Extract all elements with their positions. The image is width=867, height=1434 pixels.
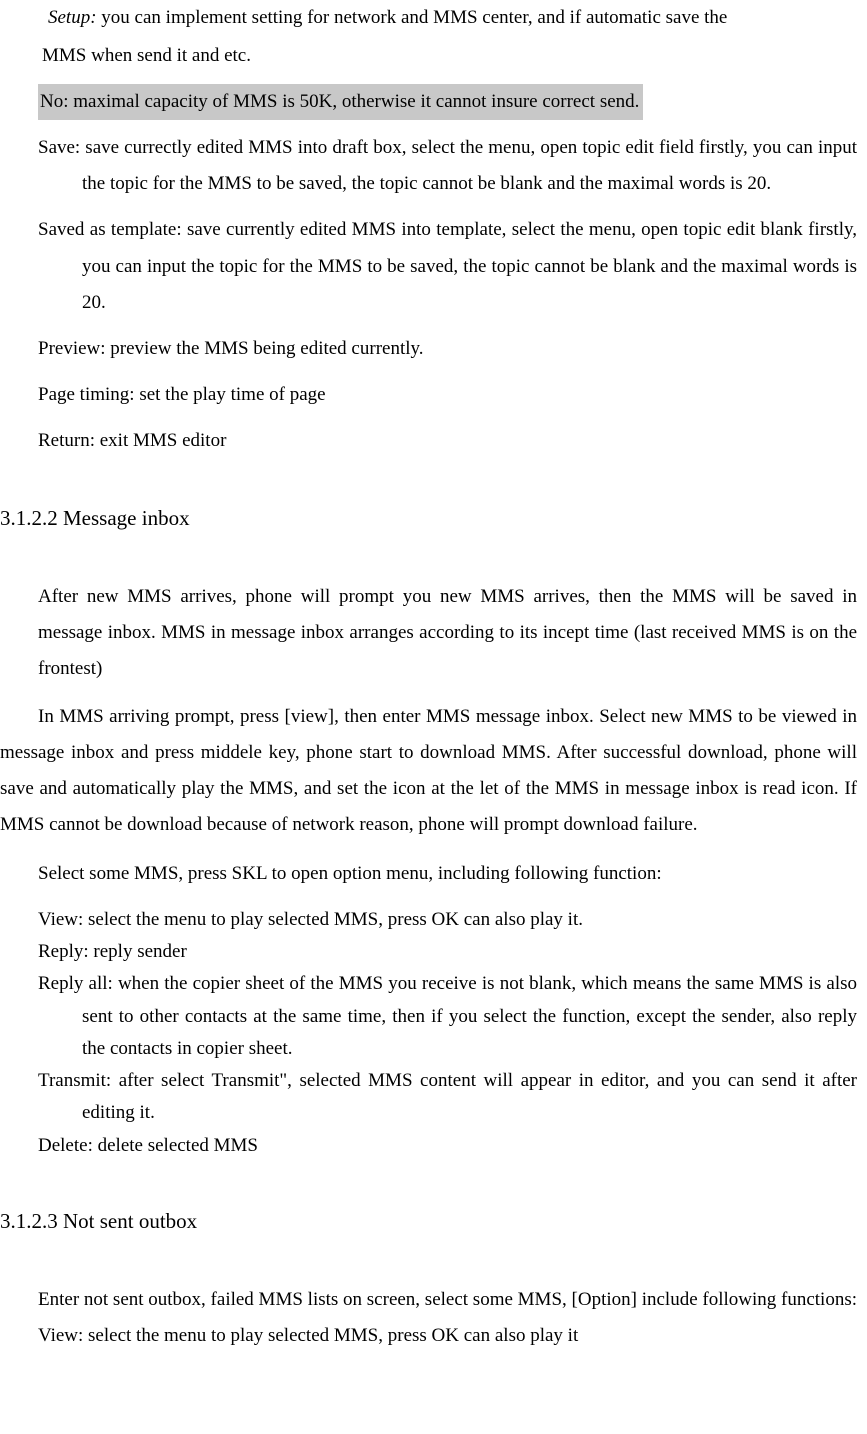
- setup-text-1: you can implement setting for network an…: [97, 7, 728, 28]
- save-item: Save: save currectly edited MMS into dra…: [0, 130, 867, 202]
- page-timing-item: Page timing: set the play time of page: [0, 377, 867, 413]
- outbox-view-item: View: select the menu to play selected M…: [0, 1320, 867, 1352]
- reply-item: Reply: reply sender: [0, 936, 867, 968]
- return-item: Return: exit MMS editor: [0, 423, 867, 459]
- preview-item: Preview: preview the MMS being edited cu…: [0, 331, 867, 367]
- setup-label: Setup:: [48, 7, 97, 28]
- inbox-paragraph-2: In MMS arriving prompt, press [view], th…: [0, 699, 867, 843]
- view-item: View: select the menu to play selected M…: [0, 904, 867, 936]
- inbox-paragraph-1: After new MMS arrives, phone will prompt…: [0, 579, 867, 687]
- document-content: Setup: you can implement setting for net…: [0, 0, 867, 1352]
- heading-message-inbox: 3.1.2.2 Message inbox: [0, 499, 867, 539]
- outbox-paragraph-1: Enter not sent outbox, failed MMS lists …: [0, 1282, 867, 1318]
- delete-item: Delete: delete selected MMS: [0, 1130, 867, 1162]
- inbox-paragraph-3: Select some MMS, press SKL to open optio…: [0, 856, 867, 892]
- transmit-item: Transmit: after select Transmit", select…: [0, 1065, 867, 1130]
- highlight-container: No: maximal capacity of MMS is 50K, othe…: [0, 82, 867, 130]
- saved-template-item: Saved as template: save currently edited…: [0, 212, 867, 320]
- outbox-section: Enter not sent outbox, failed MMS lists …: [0, 1282, 867, 1352]
- highlighted-note: No: maximal capacity of MMS is 50K, othe…: [38, 84, 643, 120]
- setup-paragraph-line1: Setup: you can implement setting for net…: [0, 0, 867, 36]
- reply-all-item: Reply all: when the copier sheet of the …: [0, 968, 867, 1065]
- setup-paragraph-line2: MMS when send it and etc.: [0, 38, 867, 74]
- heading-not-sent-outbox: 3.1.2.3 Not sent outbox: [0, 1202, 867, 1242]
